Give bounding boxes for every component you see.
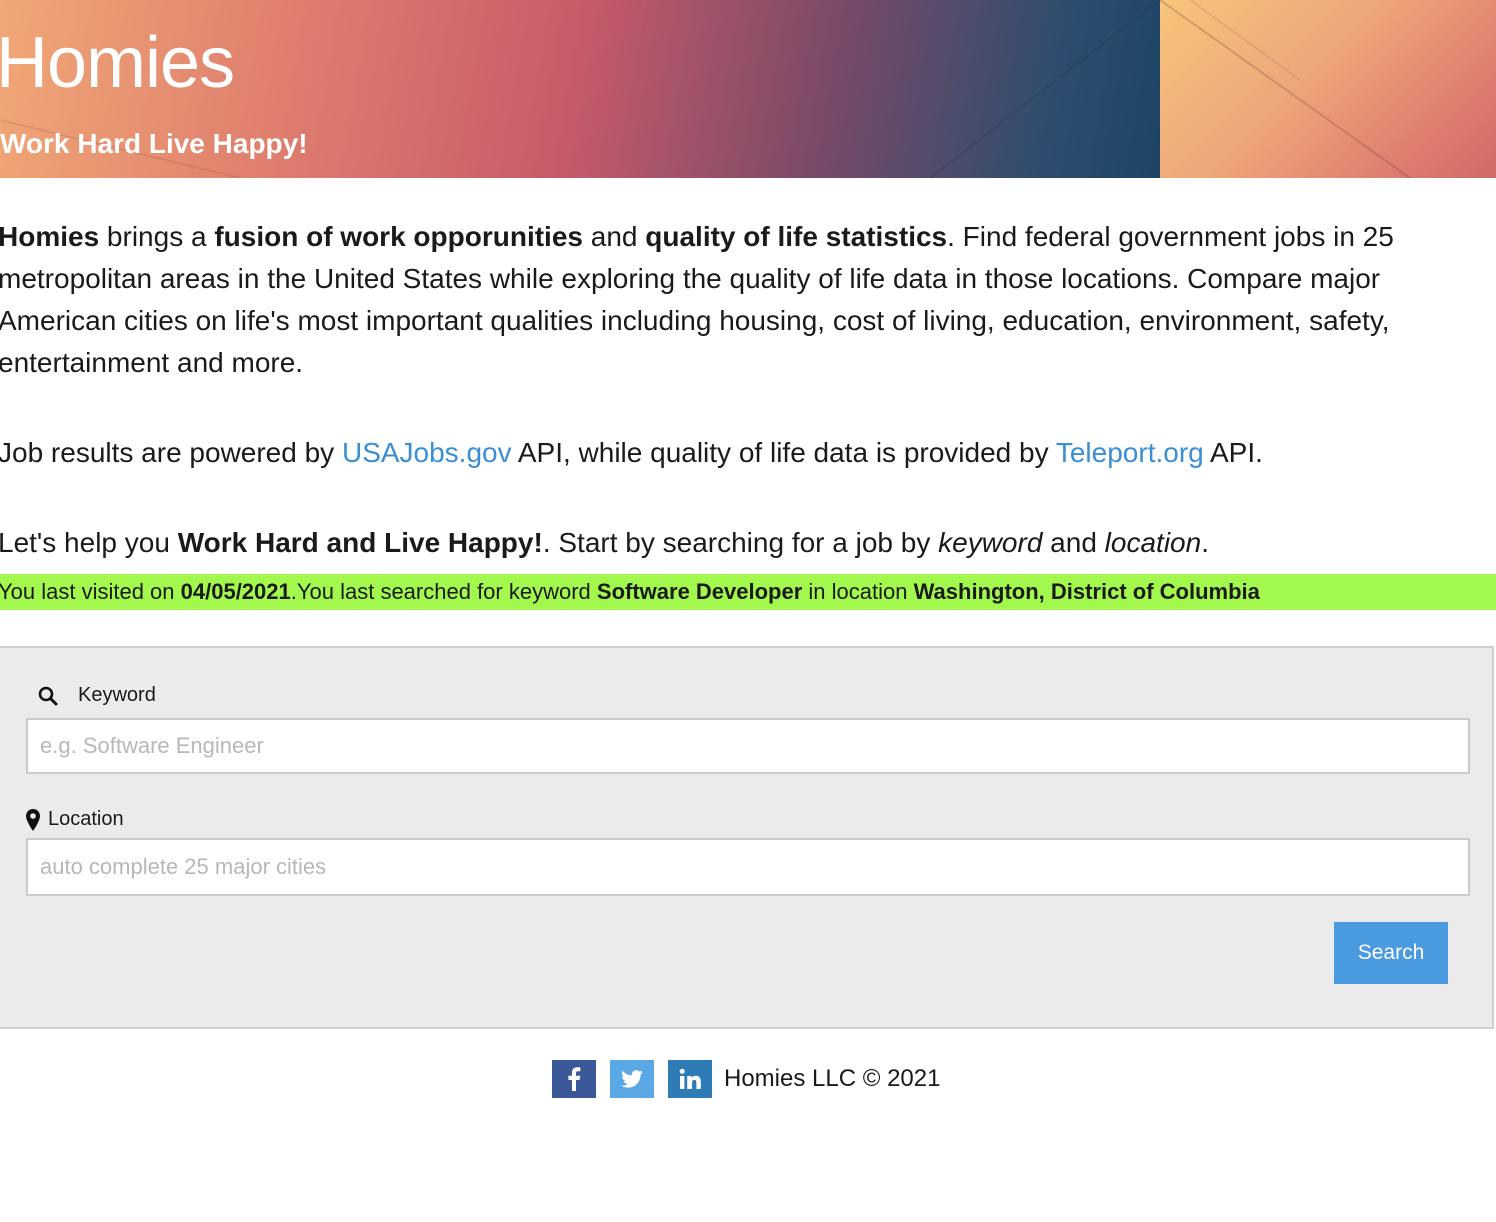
help-text-1: Let's help you: [0, 527, 178, 558]
map-marker-icon: [26, 808, 40, 831]
visited-text-3: in location: [802, 579, 914, 604]
location-label: Location: [26, 808, 124, 831]
visited-date: 04/05/2021: [180, 579, 291, 604]
intro-text-2: and: [582, 221, 646, 252]
help-text-3: and: [1042, 527, 1105, 558]
powered-text-3: API.: [1203, 437, 1263, 468]
teleport-link[interactable]: Teleport.org: [1056, 437, 1204, 468]
intro-bold-2: quality of life statistics: [645, 221, 948, 252]
help-text-2: . Start by searching for a job by: [542, 527, 939, 558]
twitter-icon: [621, 1070, 643, 1088]
visited-keyword: Software Developer: [596, 579, 803, 604]
linkedin-button[interactable]: [668, 1060, 712, 1098]
location-label-text: Location: [48, 808, 124, 830]
help-paragraph: Let's help you Work Hard and Live Happy!…: [0, 522, 1209, 564]
visited-text-2: .You last searched for keyword: [290, 579, 597, 604]
keyword-label: Keyword: [38, 684, 156, 707]
visited-text-1: You last visited on: [0, 579, 181, 604]
search-icon: [38, 686, 58, 706]
visited-location: Washington, District of Columbia: [913, 579, 1260, 604]
last-visit-banner: You last visited on 04/05/2021.You last …: [0, 574, 1496, 610]
copyright-text: Homies LLC © 2021: [724, 1065, 941, 1092]
intro-bold-1: fusion of work opporunities: [214, 221, 583, 252]
intro-text-1: brings a: [99, 221, 215, 252]
facebook-button[interactable]: [552, 1060, 596, 1098]
help-bold-1: Work Hard and Live Happy!: [177, 527, 543, 558]
help-italic-keyword: keyword: [938, 527, 1043, 558]
keyword-label-text: Keyword: [78, 684, 156, 706]
last-visit-text: You last visited on 04/05/2021.You last …: [0, 579, 1260, 604]
powered-by-paragraph: Job results are powered by USAJobs.gov A…: [0, 432, 1263, 474]
intro-brand: Homies: [0, 221, 100, 252]
help-italic-location: location: [1104, 527, 1202, 558]
facebook-icon: [568, 1067, 581, 1091]
help-text-4: .: [1201, 527, 1209, 558]
powered-text-2: API, while quality of life data is provi…: [511, 437, 1056, 468]
keyword-input[interactable]: [26, 718, 1470, 774]
site-title: Homies: [0, 23, 235, 103]
footer: Homies LLC © 2021: [552, 1060, 940, 1098]
search-button[interactable]: Search: [1334, 922, 1448, 984]
site-tagline: Work Hard Live Happy!: [0, 128, 308, 159]
powered-text-1: Job results are powered by: [0, 437, 342, 468]
twitter-button[interactable]: [610, 1060, 654, 1098]
location-input[interactable]: [26, 838, 1470, 896]
linkedin-icon: [679, 1068, 701, 1089]
intro-paragraph: Homies brings a fusion of work opporunit…: [0, 216, 1488, 384]
hero-banner: Homies Work Hard Live Happy!: [0, 0, 1496, 178]
search-form: Keyword Location Search: [0, 646, 1494, 1029]
usajobs-link[interactable]: USAJobs.gov: [342, 437, 512, 468]
